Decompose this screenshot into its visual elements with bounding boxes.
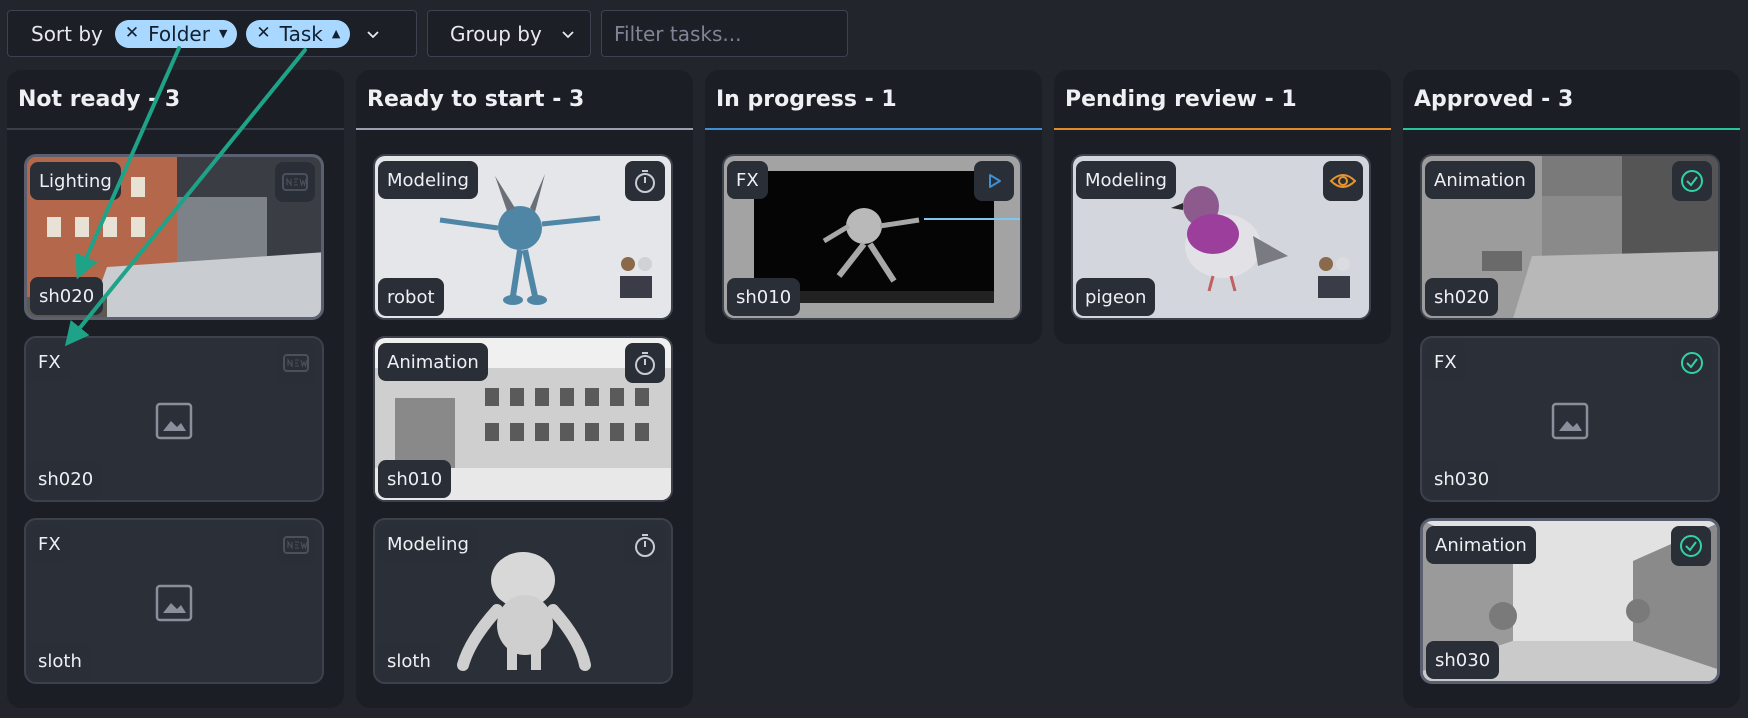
column-title: In progress - 1 — [716, 86, 897, 112]
folder-label: sh010 — [727, 278, 801, 316]
column-title: Approved - 3 — [1414, 86, 1574, 112]
close-icon[interactable]: ✕ — [125, 25, 139, 42]
task-type-label: Lighting — [30, 162, 121, 200]
task-type-label: Modeling — [378, 525, 478, 563]
sort-chip-folder[interactable]: ✕ Folder ▼ — [114, 19, 238, 48]
task-type-label: FX — [1425, 343, 1466, 381]
task-card[interactable]: FX sloth — [24, 518, 324, 684]
task-type-label: Modeling — [378, 161, 478, 199]
task-type-label: FX — [29, 343, 70, 381]
timer-icon[interactable] — [625, 343, 665, 383]
board-toolbar: Sort by ✕ Folder ▼ ✕ Task ▲ Group by — [7, 10, 848, 57]
status-column: In progress - 1 FX sh010 — [705, 70, 1042, 344]
task-card[interactable]: Animation sh030 — [1420, 518, 1720, 684]
timer-icon[interactable] — [625, 161, 665, 201]
folder-label: sh020 — [30, 277, 104, 315]
folder-label: sloth — [29, 642, 91, 680]
task-card[interactable]: Animation sh010 — [373, 336, 673, 502]
task-card[interactable]: Lighting sh020 — [24, 154, 324, 320]
play-icon[interactable] — [974, 161, 1014, 201]
task-type-label: Modeling — [1076, 161, 1176, 199]
column-title: Ready to start - 3 — [367, 86, 585, 112]
folder-label: sh020 — [29, 460, 103, 498]
sort-by-control[interactable]: Sort by ✕ Folder ▼ ✕ Task ▲ — [7, 10, 417, 57]
status-column: Not ready - 3 Lighting sh020 FX sh020 FX sloth — [7, 70, 344, 708]
sort-chip-label: Folder — [148, 21, 210, 46]
task-card[interactable]: Modeling pigeon — [1071, 154, 1371, 320]
task-card[interactable]: Animation sh020 — [1420, 154, 1720, 320]
folder-label: robot — [378, 278, 444, 316]
column-title: Not ready - 3 — [18, 86, 181, 112]
filter-tasks-input[interactable] — [614, 21, 834, 46]
column-cards: Lighting sh020 FX sh020 FX sloth — [7, 130, 344, 684]
task-type-label: Animation — [378, 343, 488, 381]
task-type-label: FX — [29, 525, 70, 563]
new-icon[interactable] — [275, 162, 315, 202]
task-card[interactable]: FX sh030 — [1420, 336, 1720, 502]
column-cards: Modeling robot Animation sh010 Modeling sloth — [356, 130, 693, 684]
image-placeholder-icon — [1551, 402, 1589, 440]
status-column: Pending review - 1 Modeling pigeon — [1054, 70, 1391, 344]
task-card[interactable]: FX sh010 — [722, 154, 1022, 320]
kanban-board: Sort by ✕ Folder ▼ ✕ Task ▲ Group by Not… — [0, 0, 1748, 718]
check-circle-icon[interactable] — [1672, 161, 1712, 201]
sort-asc-icon[interactable]: ▲ — [332, 27, 340, 40]
column-title: Pending review - 1 — [1065, 86, 1297, 112]
task-type-label: Animation — [1425, 161, 1535, 199]
eye-icon[interactable] — [1323, 161, 1363, 201]
sort-desc-icon[interactable]: ▼ — [219, 27, 227, 40]
folder-label: sloth — [378, 642, 440, 680]
status-column: Ready to start - 3 Modeling robot Animation… — [356, 70, 693, 708]
check-circle-icon[interactable] — [1671, 526, 1711, 566]
sort-by-label: Sort by — [31, 21, 103, 46]
status-column: Approved - 3 Animation sh020 FX sh030 Animati… — [1403, 70, 1740, 708]
column-cards: FX sh010 — [705, 130, 1042, 320]
chevron-down-icon[interactable] — [560, 26, 576, 42]
folder-label: pigeon — [1076, 278, 1156, 316]
sort-chip-task[interactable]: ✕ Task ▲ — [246, 19, 351, 48]
task-card[interactable]: FX sh020 — [24, 336, 324, 502]
folder-label: sh020 — [1425, 278, 1499, 316]
close-icon[interactable]: ✕ — [256, 25, 270, 42]
task-card[interactable]: Modeling robot — [373, 154, 673, 320]
group-by-control[interactable]: Group by — [427, 10, 591, 57]
new-icon[interactable] — [276, 343, 316, 383]
column-cards: Animation sh020 FX sh030 Animation sh030 — [1403, 130, 1740, 684]
new-icon[interactable] — [276, 525, 316, 565]
column-cards: Modeling pigeon — [1054, 130, 1391, 320]
check-circle-icon[interactable] — [1672, 343, 1712, 383]
group-by-label: Group by — [450, 21, 542, 46]
folder-label: sh010 — [378, 460, 452, 498]
chevron-down-icon[interactable] — [365, 26, 381, 42]
task-card[interactable]: Modeling sloth — [373, 518, 673, 684]
folder-label: sh030 — [1425, 460, 1499, 498]
folder-label: sh030 — [1426, 641, 1500, 679]
task-type-label: Animation — [1426, 526, 1536, 564]
sort-chip-label: Task — [279, 21, 323, 46]
image-placeholder-icon — [155, 402, 193, 440]
task-type-label: FX — [727, 161, 768, 199]
filter-tasks-box[interactable] — [601, 10, 848, 57]
timer-icon[interactable] — [625, 525, 665, 565]
image-placeholder-icon — [155, 584, 193, 622]
